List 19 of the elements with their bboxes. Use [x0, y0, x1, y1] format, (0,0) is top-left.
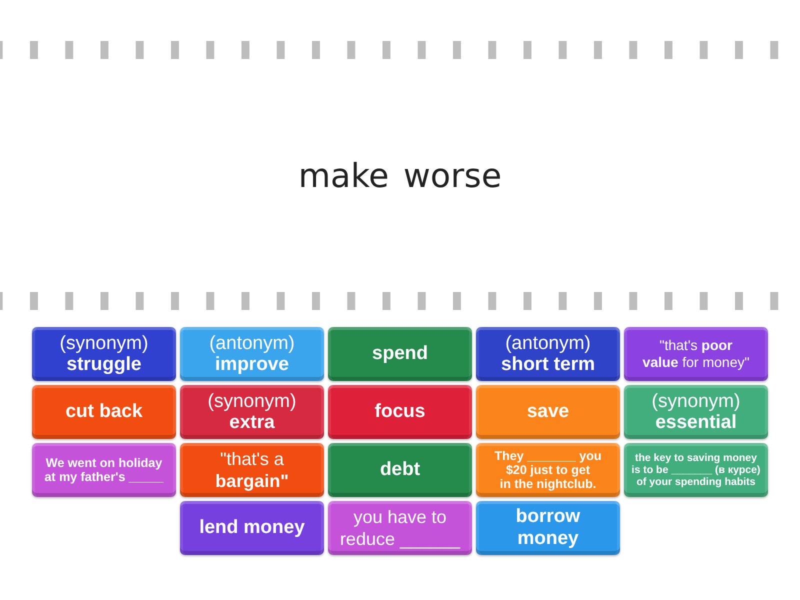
- word-tile[interactable]: you have to reduce ______: [328, 501, 472, 555]
- word-tile[interactable]: They _______ you $20 just to get in the nightclub.: [476, 443, 620, 497]
- word-tile[interactable]: (synonym) essential: [624, 385, 768, 439]
- word-tile[interactable]: (synonym) struggle: [32, 327, 176, 381]
- word-tile[interactable]: "that's a bargain": [180, 443, 324, 497]
- word-tile[interactable]: spend: [328, 327, 472, 381]
- word-tile[interactable]: cut back: [32, 385, 176, 439]
- word-tile[interactable]: (antonym) short term: [476, 327, 620, 381]
- prompt-text: make worse: [298, 156, 502, 195]
- word-tile[interactable]: (antonym) improve: [180, 327, 324, 381]
- word-tile[interactable]: borrow money: [476, 501, 620, 555]
- word-tile[interactable]: debt: [328, 443, 472, 497]
- word-tile[interactable]: focus: [328, 385, 472, 439]
- word-tile[interactable]: save: [476, 385, 620, 439]
- word-tile[interactable]: the key to saving money is to be _______ (в курсе) of your spending habits: [624, 443, 768, 497]
- word-tile[interactable]: (synonym) extra: [180, 385, 324, 439]
- word-tile[interactable]: lend money: [180, 501, 324, 555]
- word-tile[interactable]: "that's poor value for money": [624, 327, 768, 381]
- word-tile[interactable]: We went on holiday at my father's _____: [32, 443, 176, 497]
